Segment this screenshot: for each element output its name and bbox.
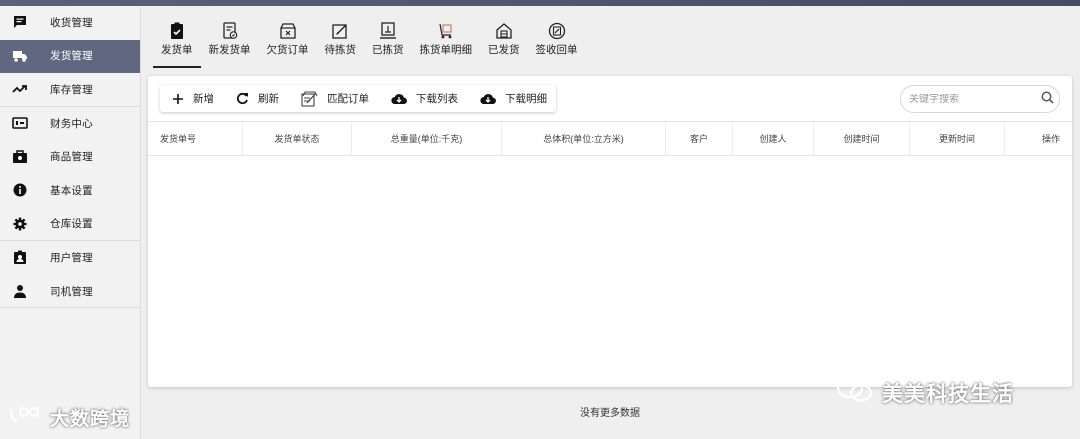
sidebar-item-label: 仓库设置 — [50, 218, 93, 231]
add-button[interactable]: 新增 — [160, 85, 224, 112]
column-header-created-time[interactable]: 创建时间 — [814, 122, 910, 155]
plus-icon — [173, 93, 183, 104]
refresh-button[interactable]: 刷新 — [224, 85, 289, 112]
goods-icon — [12, 149, 28, 165]
sidebar-item-inventory[interactable]: 库存管理 — [0, 73, 140, 107]
clipboard-check-icon — [170, 22, 183, 39]
main-card: 新增 刷新 匹配订单 下载列表 下载明细 发货单号 发货单状态 总重量(单位:千… — [148, 76, 1072, 387]
sidebar-item-goods[interactable]: 商品管理 — [0, 140, 140, 174]
info-icon — [12, 182, 28, 198]
column-header-status[interactable]: 发货单状态 — [243, 122, 352, 155]
tab-label: 欠货订单 — [266, 44, 309, 56]
tab-label: 新发货单 — [208, 44, 251, 56]
new-doc-icon — [222, 22, 237, 39]
wechat-icon — [836, 377, 874, 409]
column-header-updated-time[interactable]: 更新时间 — [910, 122, 1005, 155]
trend-icon — [12, 81, 28, 97]
sidebar-item-label: 用户管理 — [50, 251, 93, 264]
top-bar — [0, 0, 1080, 6]
download-list-button-label: 下载列表 — [416, 93, 458, 105]
watermark-left-text: 大数跨境 — [50, 409, 131, 430]
watermark-logo-icon — [8, 405, 44, 431]
box-x-icon — [279, 23, 296, 39]
tab-bar: 发货单 新发货单 欠货订单 待拣货 已拣货 拣货单明细 已发货 签收回单 — [153, 22, 586, 68]
cloud-download-icon — [480, 93, 496, 104]
sidebar-item-label: 商品管理 — [50, 151, 93, 164]
cart-icon — [439, 23, 452, 39]
toolbar: 新增 刷新 匹配订单 下载列表 下载明细 — [160, 85, 556, 112]
sidebar-item-receiving[interactable]: 收货管理 — [0, 6, 140, 40]
sidebar-item-users[interactable]: 用户管理 — [0, 241, 140, 275]
search-input[interactable] — [909, 93, 1041, 105]
column-header-total-volume[interactable]: 总体积(单位:立方米) — [502, 122, 666, 155]
watermark-right-text: 美美科技生活 — [882, 383, 1014, 406]
sidebar-item-label: 发货管理 — [50, 50, 93, 63]
tab-label: 已发货 — [488, 44, 520, 56]
sidebar-item-shipping[interactable]: 发货管理 — [0, 39, 140, 74]
sidebar-item-drivers[interactable]: 司机管理 — [0, 275, 140, 309]
tab-label: 拣货单明细 — [419, 44, 473, 56]
sidebar-item-warehouse-settings[interactable]: 仓库设置 — [0, 208, 140, 242]
user-badge-icon — [12, 249, 28, 265]
gear-icon — [12, 216, 28, 232]
cloud-download-icon — [391, 93, 407, 104]
edit-box-icon — [332, 24, 347, 39]
tab-shipping-orders[interactable]: 发货单 — [153, 22, 201, 68]
download-detail-button[interactable]: 下载明细 — [468, 85, 557, 112]
tab-picked[interactable]: 已拣货 — [364, 22, 412, 68]
sidebar-item-label: 收货管理 — [50, 16, 93, 29]
driver-icon — [12, 283, 28, 299]
sidebar: 收货管理 发货管理 库存管理 财务中心 商品管理 基本设置 仓库设置 用户管理 … — [0, 6, 141, 439]
match-orders-button[interactable]: 匹配订单 — [289, 85, 379, 112]
search-icon[interactable] — [1041, 91, 1054, 107]
download-detail-button-label: 下载明细 — [505, 93, 547, 105]
match-orders-button-label: 匹配订单 — [327, 93, 369, 105]
watermark-left: 大数跨境 — [8, 404, 130, 431]
column-header-shipping-no[interactable]: 发货单号 — [148, 122, 243, 155]
tab-label: 签收回单 — [535, 44, 578, 56]
tab-to-pick[interactable]: 待拣货 — [317, 22, 365, 68]
watermark-right: 美美科技生活 — [836, 377, 1014, 409]
sidebar-item-label: 司机管理 — [50, 285, 93, 298]
match-doc-icon — [301, 91, 318, 107]
warehouse-icon — [496, 23, 512, 39]
tab-label: 发货单 — [161, 44, 193, 56]
no-more-data-text: 没有更多数据 — [580, 408, 640, 419]
message-icon — [12, 14, 28, 30]
truck-icon — [12, 48, 28, 64]
tab-new-shipping-order[interactable]: 新发货单 — [201, 22, 259, 68]
sidebar-item-finance[interactable]: 财务中心 — [0, 107, 140, 141]
sidebar-item-label: 库存管理 — [50, 83, 93, 96]
column-header-creator[interactable]: 创建人 — [733, 122, 814, 155]
tab-backorders[interactable]: 欠货订单 — [259, 22, 317, 68]
column-header-actions: 操作 — [1041, 134, 1060, 144]
refresh-icon — [236, 92, 248, 105]
tab-label: 已拣货 — [372, 44, 404, 56]
sidebar-item-label: 基本设置 — [50, 184, 93, 197]
tab-shipped[interactable]: 已发货 — [480, 22, 528, 68]
refresh-button-label: 刷新 — [258, 93, 279, 105]
signed-receipt-icon — [548, 22, 565, 40]
picked-icon — [379, 22, 396, 39]
search-box — [900, 85, 1060, 113]
add-button-label: 新增 — [193, 93, 214, 105]
tab-picking-details[interactable]: 拣货单明细 — [412, 22, 481, 68]
tab-signed-receipts[interactable]: 签收回单 — [528, 22, 586, 68]
table-header: 发货单号 发货单状态 总重量(单位:千克) 总体积(单位:立方米) 客户 创建人… — [148, 121, 1072, 156]
column-header-customer[interactable]: 客户 — [666, 122, 733, 155]
finance-icon — [12, 115, 28, 131]
sidebar-item-label: 财务中心 — [50, 117, 93, 130]
sidebar-item-basic-settings[interactable]: 基本设置 — [0, 174, 140, 208]
download-list-button[interactable]: 下载列表 — [379, 85, 468, 112]
column-header-total-weight[interactable]: 总重量(单位:千克) — [352, 122, 502, 155]
tab-label: 待拣货 — [324, 44, 357, 56]
